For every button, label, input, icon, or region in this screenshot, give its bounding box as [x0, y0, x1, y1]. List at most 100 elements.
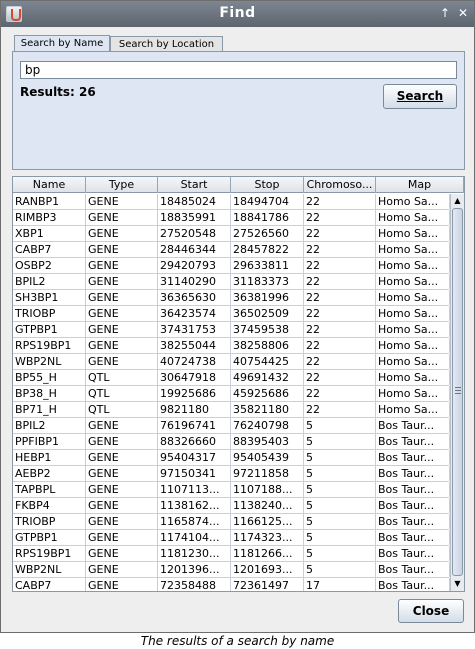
- table-row[interactable]: BPIL2 GENE 76196741 76240798 5 Bos Taur...: [13, 418, 450, 434]
- table-cell: 36365630: [158, 290, 231, 305]
- table-cell: Homo Sa...: [376, 322, 450, 337]
- column-header[interactable]: Map: [376, 177, 464, 193]
- table-row[interactable]: GTPBP1 GENE 37431753 37459538 22 Homo Sa...: [13, 322, 450, 338]
- table-cell: Bos Taur...: [376, 418, 450, 433]
- table-cell: Homo Sa...: [376, 370, 450, 385]
- title-bar[interactable]: Find ↑ ✕: [1, 1, 474, 27]
- table-cell: GENE: [86, 258, 158, 273]
- table-cell: 31140290: [158, 274, 231, 289]
- table-cell: GENE: [86, 562, 158, 577]
- table-cell: 17: [304, 578, 376, 591]
- table-row[interactable]: BPIL2 GENE 31140290 31183373 22 Homo Sa...: [13, 274, 450, 290]
- table-row[interactable]: CABP7 GENE 28446344 28457822 22 Homo Sa...: [13, 242, 450, 258]
- table-cell: 97211858: [231, 466, 304, 481]
- table-cell: 22: [304, 194, 376, 209]
- table-cell: 36381996: [231, 290, 304, 305]
- table-cell: GENE: [86, 434, 158, 449]
- figure-caption: The results of a search by name: [140, 634, 335, 648]
- table-cell: QTL: [86, 386, 158, 401]
- table-cell: Bos Taur...: [376, 498, 450, 513]
- table-row[interactable]: RIMBP3 GENE 18835991 18841786 22 Homo Sa...: [13, 210, 450, 226]
- grip-icon: [455, 387, 461, 394]
- table-row[interactable]: CABP7 GENE 72358488 72361497 17 Bos Taur...: [13, 578, 450, 591]
- table-row[interactable]: AEBP2 GENE 97150341 97211858 5 Bos Taur...: [13, 466, 450, 482]
- scroll-up-icon[interactable]: ▲: [451, 194, 464, 207]
- table-row[interactable]: TRIOBP GENE 1165874... 1166125... 5 Bos Taur.…: [13, 514, 450, 530]
- table-cell: BP71_H: [13, 402, 86, 417]
- table-row[interactable]: BP38_H QTL 19925686 45925686 22 Homo Sa...: [13, 386, 450, 402]
- table-cell: 22: [304, 322, 376, 337]
- table-cell: 97150341: [158, 466, 231, 481]
- table-cell: GENE: [86, 578, 158, 591]
- column-header[interactable]: Stop: [231, 177, 304, 193]
- column-header[interactable]: Chromoso...: [304, 177, 376, 193]
- search-button[interactable]: Search: [383, 84, 457, 109]
- table-cell: 22: [304, 290, 376, 305]
- column-header[interactable]: Start: [158, 177, 231, 193]
- scroll-down-icon[interactable]: ▼: [451, 577, 464, 590]
- table-cell: 1107113...: [158, 482, 231, 497]
- table-row[interactable]: HEBP1 GENE 95404317 95405439 5 Bos Taur...: [13, 450, 450, 466]
- table-cell: 18835991: [158, 210, 231, 225]
- tab-search-by-name[interactable]: Search by Name: [14, 35, 110, 52]
- table-row[interactable]: SH3BP1 GENE 36365630 36381996 22 Homo Sa...: [13, 290, 450, 306]
- table-row[interactable]: TRIOBP GENE 36423574 36502509 22 Homo Sa...: [13, 306, 450, 322]
- table-row[interactable]: GTPBP1 GENE 1174104... 1174323... 5 Bos Taur.…: [13, 530, 450, 546]
- table-row[interactable]: RPS19BP1 GENE 38255044 38258806 22 Homo Sa...: [13, 338, 450, 354]
- table-cell: 5: [304, 562, 376, 577]
- table-cell: GTPBP1: [13, 530, 86, 545]
- table-cell: 22: [304, 402, 376, 417]
- close-button[interactable]: Close: [398, 599, 464, 623]
- minimize-icon[interactable]: ↑: [437, 5, 453, 21]
- tab-search-by-location[interactable]: Search by Location: [110, 36, 223, 52]
- close-icon[interactable]: ✕: [455, 5, 471, 21]
- table-row[interactable]: TAPBPL GENE 1107113... 1107188... 5 Bos Taur.…: [13, 482, 450, 498]
- table-cell: 5: [304, 418, 376, 433]
- table-cell: Homo Sa...: [376, 402, 450, 417]
- table-cell: 5: [304, 546, 376, 561]
- scrollbar-thumb[interactable]: [452, 208, 463, 576]
- window-title: Find: [219, 5, 256, 21]
- search-input[interactable]: [20, 61, 457, 79]
- table-cell: GENE: [86, 242, 158, 257]
- table-cell: 1166125...: [231, 514, 304, 529]
- table-cell: 22: [304, 274, 376, 289]
- table-cell: 1201396...: [158, 562, 231, 577]
- table-cell: 37431753: [158, 322, 231, 337]
- table-cell: GTPBP1: [13, 322, 86, 337]
- table-cell: RPS19BP1: [13, 546, 86, 561]
- search-panel: Results: 26 Search: [12, 51, 465, 170]
- table-row[interactable]: BP71_H QTL 9821180 35821180 22 Homo Sa...: [13, 402, 450, 418]
- table-cell: 49691432: [231, 370, 304, 385]
- table-cell: 1165874...: [158, 514, 231, 529]
- table-cell: 18494704: [231, 194, 304, 209]
- table-cell: BP38_H: [13, 386, 86, 401]
- table-cell: 22: [304, 338, 376, 353]
- table-cell: OSBP2: [13, 258, 86, 273]
- table-cell: 40724738: [158, 354, 231, 369]
- table-cell: Bos Taur...: [376, 466, 450, 481]
- table-cell: 36502509: [231, 306, 304, 321]
- table-cell: 40754425: [231, 354, 304, 369]
- table-row[interactable]: XBP1 GENE 27520548 27526560 22 Homo Sa...: [13, 226, 450, 242]
- table-cell: 5: [304, 466, 376, 481]
- table-row[interactable]: WBP2NL GENE 1201396... 1201693... 5 Bos Taur.…: [13, 562, 450, 578]
- column-header[interactable]: Type: [86, 177, 158, 193]
- table-cell: Bos Taur...: [376, 482, 450, 497]
- vertical-scrollbar[interactable]: ▲ ▼: [450, 194, 464, 591]
- table-row[interactable]: WBP2NL GENE 40724738 40754425 22 Homo Sa...: [13, 354, 450, 370]
- table-cell: Bos Taur...: [376, 530, 450, 545]
- table-cell: RANBP1: [13, 194, 86, 209]
- table-row[interactable]: FKBP4 GENE 1138162... 1138240... 5 Bos Taur..…: [13, 498, 450, 514]
- table-row[interactable]: BP55_H QTL 30647918 49691432 22 Homo Sa...: [13, 370, 450, 386]
- table-row[interactable]: PPFIBP1 GENE 88326660 88395403 5 Bos Taur...: [13, 434, 450, 450]
- table-row[interactable]: OSBP2 GENE 29420793 29633811 22 Homo Sa...: [13, 258, 450, 274]
- table-row[interactable]: RANBP1 GENE 18485024 18494704 22 Homo Sa...: [13, 194, 450, 210]
- table-cell: 76196741: [158, 418, 231, 433]
- table-cell: GENE: [86, 498, 158, 513]
- column-header[interactable]: Name: [13, 177, 86, 193]
- table-cell: 1138162...: [158, 498, 231, 513]
- table-row[interactable]: RPS19BP1 GENE 1181230... 1181266... 5 Bos Tau…: [13, 546, 450, 562]
- table-cell: 22: [304, 354, 376, 369]
- table-cell: 22: [304, 386, 376, 401]
